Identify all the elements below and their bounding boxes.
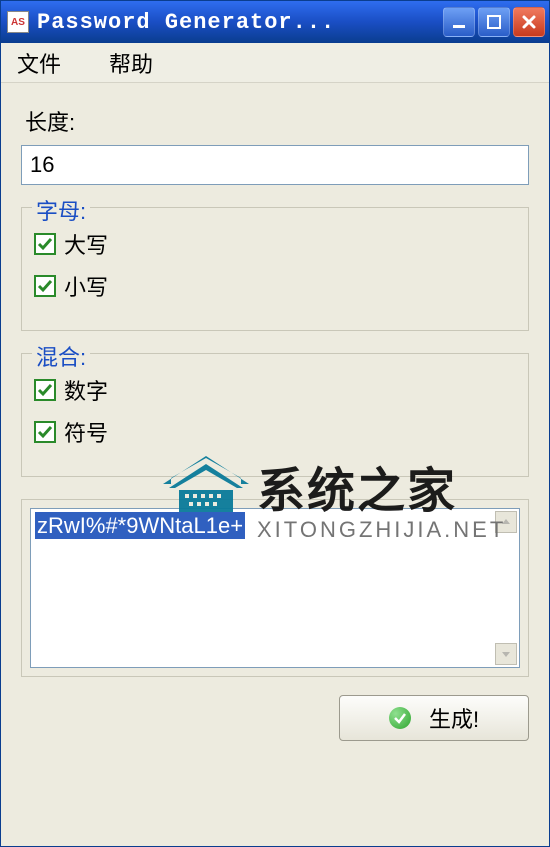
output-group: zRwI%#*9WNtaL1e+ bbox=[21, 499, 529, 677]
menubar: 文件 帮助 bbox=[1, 43, 549, 83]
lowercase-label: 小写 bbox=[64, 270, 108, 302]
mix-group: 混合: 数字 符号 bbox=[21, 353, 529, 477]
checkbox-checked-icon bbox=[34, 233, 56, 255]
app-icon: AS bbox=[7, 11, 29, 33]
output-textarea[interactable]: zRwI%#*9WNtaL1e+ bbox=[30, 508, 520, 668]
digits-option[interactable]: 数字 bbox=[34, 374, 516, 406]
titlebar: AS Password Generator... bbox=[1, 1, 549, 43]
uppercase-option[interactable]: 大写 bbox=[34, 228, 516, 260]
checkbox-checked-icon bbox=[34, 379, 56, 401]
window-controls bbox=[443, 7, 545, 37]
length-label: 长度: bbox=[25, 105, 529, 137]
length-input[interactable] bbox=[21, 145, 529, 185]
scroll-down-icon[interactable] bbox=[495, 643, 517, 665]
lowercase-option[interactable]: 小写 bbox=[34, 270, 516, 302]
letters-group: 字母: 大写 小写 bbox=[21, 207, 529, 331]
generate-button[interactable]: 生成! bbox=[339, 695, 529, 741]
symbols-option[interactable]: 符号 bbox=[34, 416, 516, 448]
check-circle-icon bbox=[389, 707, 411, 729]
symbols-label: 符号 bbox=[64, 416, 108, 448]
letters-legend: 字母: bbox=[32, 194, 90, 226]
menu-help[interactable]: 帮助 bbox=[101, 43, 161, 83]
mix-legend: 混合: bbox=[32, 340, 90, 372]
app-window: AS Password Generator... 文件 帮助 长度: 字母: bbox=[0, 0, 550, 847]
window-title: Password Generator... bbox=[37, 10, 443, 35]
maximize-button[interactable] bbox=[478, 7, 510, 37]
menu-file[interactable]: 文件 bbox=[9, 43, 69, 83]
scroll-up-icon[interactable] bbox=[495, 511, 517, 533]
digits-label: 数字 bbox=[64, 374, 108, 406]
minimize-button[interactable] bbox=[443, 7, 475, 37]
generate-label: 生成! bbox=[429, 702, 479, 734]
uppercase-label: 大写 bbox=[64, 228, 108, 260]
client-area: 长度: 字母: 大写 小写 混合: 数字 bbox=[1, 83, 549, 846]
button-row: 生成! bbox=[21, 695, 529, 741]
output-text: zRwI%#*9WNtaL1e+ bbox=[35, 512, 245, 539]
close-button[interactable] bbox=[513, 7, 545, 37]
checkbox-checked-icon bbox=[34, 421, 56, 443]
checkbox-checked-icon bbox=[34, 275, 56, 297]
